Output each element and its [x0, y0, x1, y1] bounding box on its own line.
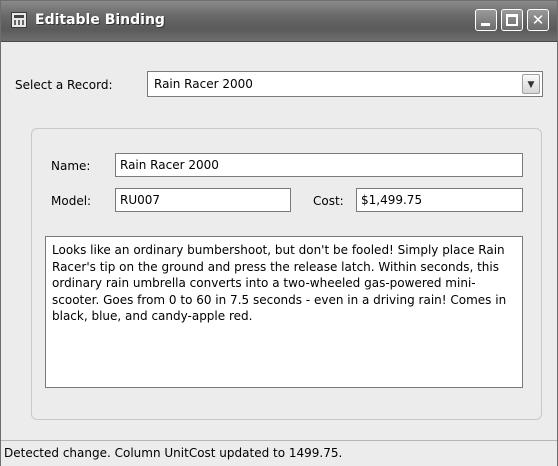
app-form-icon: [11, 12, 27, 28]
name-field[interactable]: Rain Racer 2000: [115, 153, 523, 177]
window-title: Editable Binding: [35, 12, 165, 28]
minimize-icon: [481, 23, 490, 26]
description-textarea[interactable]: Looks like an ordinary bumbershoot, but …: [45, 236, 523, 388]
model-field-value: RU007: [120, 193, 161, 207]
cost-label: Cost:: [313, 194, 344, 208]
description-text: Looks like an ordinary bumbershoot, but …: [52, 243, 507, 323]
main-window: Editable Binding ✕ Select a Record: Rain…: [0, 0, 558, 466]
status-text: Detected change. Column UnitCost updated…: [4, 446, 343, 460]
name-label: Name:: [51, 159, 91, 173]
maximize-icon: [506, 14, 518, 26]
record-combobox[interactable]: Rain Racer 2000 ▼: [147, 71, 543, 97]
select-record-label: Select a Record:: [15, 78, 113, 92]
record-combobox-value: Rain Racer 2000: [154, 77, 253, 91]
cost-field-value: $1,499.75: [361, 193, 423, 207]
chevron-down-icon[interactable]: ▼: [522, 74, 540, 94]
name-field-value: Rain Racer 2000: [120, 158, 219, 172]
model-field[interactable]: RU007: [115, 188, 291, 212]
close-icon: ✕: [531, 11, 545, 29]
title-bar[interactable]: Editable Binding ✕: [1, 1, 557, 42]
cost-field[interactable]: $1,499.75: [356, 188, 523, 212]
minimize-button[interactable]: [475, 9, 497, 31]
maximize-button[interactable]: [501, 9, 523, 31]
status-bar: Detected change. Column UnitCost updated…: [1, 440, 557, 466]
model-label: Model:: [51, 194, 92, 208]
close-button[interactable]: ✕: [527, 9, 549, 31]
